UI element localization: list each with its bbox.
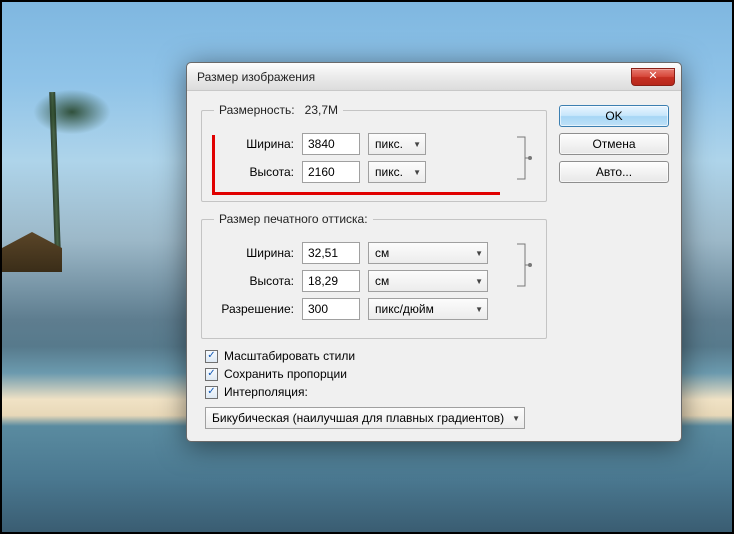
dialog-title: Размер изображения	[197, 70, 315, 84]
print-width-unit-select[interactable]: см▼	[368, 242, 488, 264]
print-size-group: Размер печатного оттиска: Ширина: 32,51 …	[201, 212, 547, 339]
link-icon	[514, 127, 534, 189]
cancel-button[interactable]: Отмена	[559, 133, 669, 155]
scale-styles-checkbox[interactable]: ✓	[205, 350, 218, 363]
constrain-proportions-checkbox[interactable]: ✓	[205, 368, 218, 381]
bg-palm-fronds	[12, 72, 132, 152]
auto-button[interactable]: Авто...	[559, 161, 669, 183]
print-height-input[interactable]: 18,29	[302, 270, 360, 292]
print-width-label: Ширина:	[214, 246, 294, 260]
print-height-unit-select[interactable]: см▼	[368, 270, 488, 292]
print-height-label: Высота:	[214, 274, 294, 288]
scale-styles-label: Масштабировать стили	[224, 349, 355, 363]
resolution-label: Разрешение:	[214, 302, 294, 316]
resolution-input[interactable]: 300	[302, 298, 360, 320]
resample-checkbox[interactable]: ✓	[205, 386, 218, 399]
print-width-input[interactable]: 32,51	[302, 242, 360, 264]
dialog-titlebar[interactable]: Размер изображения ✕	[187, 63, 681, 91]
highlight-marker	[212, 135, 500, 195]
interpolation-label: Интерполяция:	[224, 385, 308, 399]
chevron-down-icon: ▼	[512, 414, 520, 423]
pixel-dimensions-legend: Размерность: 23,7M	[214, 103, 343, 117]
close-button[interactable]: ✕	[631, 68, 675, 86]
resolution-unit-select[interactable]: пикс/дюйм▼	[368, 298, 488, 320]
chevron-down-icon: ▼	[475, 249, 483, 258]
interpolation-method-select[interactable]: Бикубическая (наилучшая для плавных град…	[205, 407, 525, 429]
image-size-dialog: Размер изображения ✕ Размерность: 23,7M …	[186, 62, 682, 442]
constrain-proportions-label: Сохранить пропорции	[224, 367, 347, 381]
bg-hut	[2, 232, 62, 272]
link-icon	[514, 240, 534, 290]
ok-button[interactable]: OK	[559, 105, 669, 127]
chevron-down-icon: ▼	[475, 277, 483, 286]
close-icon: ✕	[648, 70, 657, 82]
pixel-dimensions-group: Размерность: 23,7M Ширина: 3840 пикс.▼	[201, 103, 547, 202]
print-size-legend: Размер печатного оттиска:	[214, 212, 373, 226]
chevron-down-icon: ▼	[475, 305, 483, 314]
